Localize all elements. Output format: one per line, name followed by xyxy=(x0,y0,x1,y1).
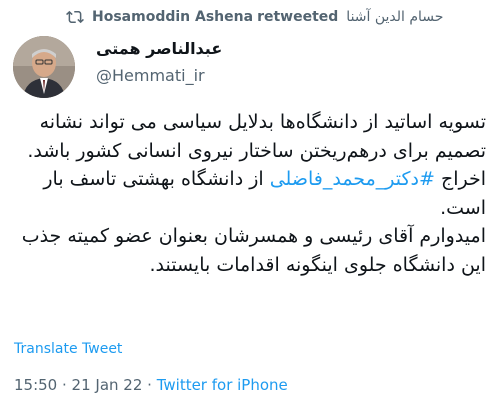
retweeter-name[interactable]: Hosamoddin Ashena xyxy=(92,9,253,25)
tweet-text-segment: اخراج xyxy=(434,168,486,190)
tweet-time[interactable]: 15:50 xyxy=(14,376,57,394)
translate-tweet-link[interactable]: Translate Tweet xyxy=(14,341,122,357)
tweet-paragraph-2: اخراج #دکتر_محمد_فاضلی از دانشگاه بهشتی … xyxy=(14,165,486,222)
author-display-name[interactable]: عبدالناصر همتی xyxy=(96,39,222,58)
tweet-metadata: 15:50 · 21 Jan 22 · Twitter for iPhone xyxy=(14,376,288,394)
retweeter-name-persian: حسام الدین آشنا xyxy=(346,9,444,25)
retweet-header: Hosamoddin Ashena retweeted حسام الدین آ… xyxy=(66,6,492,28)
hashtag-link[interactable]: #دکتر_محمد_فاضلی xyxy=(270,168,435,190)
retweet-icon xyxy=(66,8,84,26)
tweet-date[interactable]: 21 Jan 22 xyxy=(72,376,143,394)
meta-separator: · xyxy=(57,376,72,394)
tweet-paragraph-3: امیدوارم آقای رئیسی و همسرشان بعنوان عضو… xyxy=(21,225,486,276)
author-handle[interactable]: @Hemmati_ir xyxy=(96,66,205,85)
avatar[interactable] xyxy=(13,36,75,98)
tweet-source-link[interactable]: Twitter for iPhone xyxy=(157,376,288,394)
tweet-text: تسویه اساتید از دانشگاه‌ها بدلایل سیاسی … xyxy=(14,108,486,279)
tweet-paragraph-1: تسویه اساتید از دانشگاه‌ها بدلایل سیاسی … xyxy=(27,111,486,162)
retweet-action-text: retweeted xyxy=(257,9,339,25)
meta-separator: · xyxy=(142,376,157,394)
